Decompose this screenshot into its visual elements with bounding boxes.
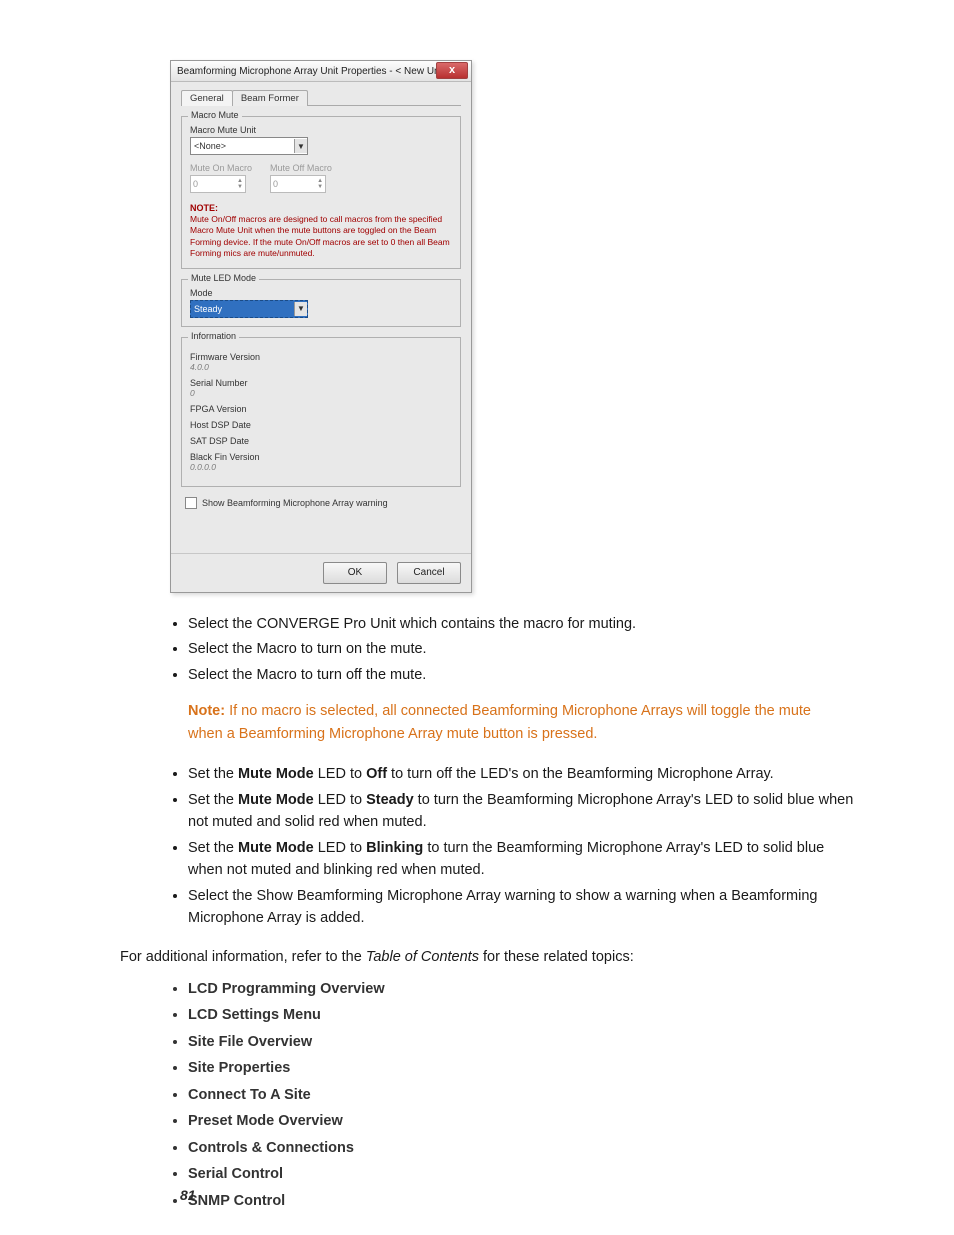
mode-label: Mode [190,288,452,298]
macro-mute-group: Macro Mute Macro Mute Unit <None> ▼ Mute… [181,116,461,269]
note-label: Note: [188,703,225,719]
list-item: Select the CONVERGE Pro Unit which conta… [188,613,854,635]
show-warning-label: Show Beamforming Microphone Array warnin… [202,498,388,508]
mute-off-label: Mute Off Macro [270,163,332,173]
tab-general[interactable]: General [181,90,233,106]
tab-beam-former[interactable]: Beam Former [232,90,308,106]
information-group: Information Firmware Version4.0.0 Serial… [181,337,461,487]
cancel-button[interactable]: Cancel [397,562,461,584]
mute-led-mode-select[interactable]: Steady ▼ [190,300,308,318]
instruction-list-1: Select the CONVERGE Pro Unit which conta… [170,613,854,686]
list-item: LCD Settings Menu [188,1004,854,1026]
list-item: Select the Macro to turn off the mute. [188,664,854,686]
mute-on-label: Mute On Macro [190,163,252,173]
mute-on-spinner[interactable]: 0 ▲▼ [190,175,246,193]
instruction-list-2: Set the Mute Mode LED to Off to turn off… [170,763,854,929]
mute-led-group: Mute LED Mode Mode Steady ▼ [181,279,461,327]
reference-paragraph: For additional information, refer to the… [120,946,854,968]
list-item: Select the Show Beamforming Microphone A… [188,885,854,930]
note-text: If no macro is selected, all connected B… [188,703,811,741]
mute-off-spinner[interactable]: 0 ▲▼ [270,175,326,193]
list-item: Site Properties [188,1057,854,1079]
spinner-arrows-icon: ▲▼ [317,178,323,190]
note-box: Note: If no macro is selected, all conne… [188,700,828,745]
dialog-title: Beamforming Microphone Array Unit Proper… [177,66,450,77]
chevron-down-icon: ▼ [294,302,307,316]
list-item: Set the Mute Mode LED to Off to turn off… [188,763,854,785]
macro-note-label: NOTE: [190,203,218,213]
close-icon[interactable]: x [436,62,468,79]
page-number: 81 [180,1187,196,1203]
list-item: Controls & Connections [188,1137,854,1159]
show-warning-row[interactable]: Show Beamforming Microphone Array warnin… [185,497,461,509]
dialog-screenshot: Beamforming Microphone Array Unit Proper… [170,60,472,593]
chevron-down-icon: ▼ [294,139,307,153]
list-item: Serial Control [188,1163,854,1185]
macro-mute-unit-select[interactable]: <None> ▼ [190,137,308,155]
list-item: SNMP Control [188,1190,854,1212]
related-topics-list: LCD Programming Overview LCD Settings Me… [170,978,854,1212]
list-item: Set the Mute Mode LED to Blinking to tur… [188,837,854,882]
macro-mute-unit-label: Macro Mute Unit [190,125,452,135]
list-item: Select the Macro to turn on the mute. [188,638,854,660]
list-item: LCD Programming Overview [188,978,854,1000]
list-item: Preset Mode Overview [188,1110,854,1132]
ok-button[interactable]: OK [323,562,387,584]
list-item: Site File Overview [188,1031,854,1053]
macro-note-body: Mute On/Off macros are designed to call … [190,214,452,260]
list-item: Connect To A Site [188,1084,854,1106]
dialog-titlebar: Beamforming Microphone Array Unit Proper… [171,61,471,82]
dialog-tabs: GeneralBeam Former [181,90,461,106]
list-item: Set the Mute Mode LED to Steady to turn … [188,789,854,834]
spinner-arrows-icon: ▲▼ [237,178,243,190]
checkbox-icon[interactable] [185,497,197,509]
